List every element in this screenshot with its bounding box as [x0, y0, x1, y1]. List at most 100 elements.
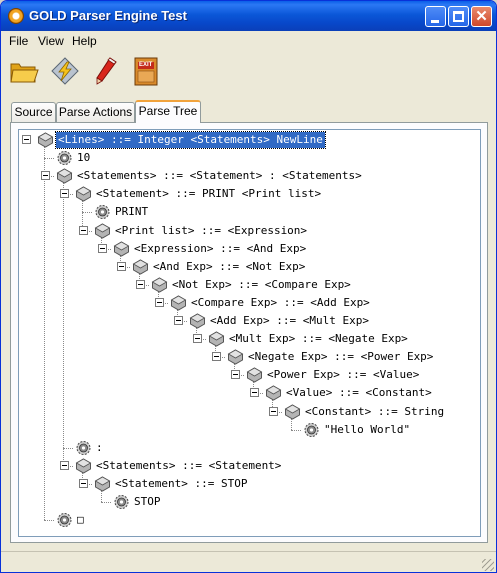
- tree-rule-node[interactable]: <Negate Exp> ::= <Power Exp>: [19, 349, 479, 365]
- tree-node-label: <And Exp> ::= <Not Exp>: [153, 259, 306, 273]
- tree-node-label: <Not Exp> ::= <Compare Exp>: [172, 277, 351, 291]
- collapse-toggle-icon[interactable]: [98, 243, 107, 253]
- rule-node-icon: [113, 241, 130, 257]
- exit-door-icon: [134, 57, 158, 86]
- token-gear-icon: [56, 150, 73, 166]
- menu-help[interactable]: Help: [72, 34, 97, 48]
- collapse-toggle-icon[interactable]: [269, 406, 278, 416]
- tree-token-node[interactable]: :: [19, 440, 479, 456]
- rule-node-icon: [56, 168, 73, 184]
- rule-node-icon: [75, 186, 92, 202]
- tree-rule-node[interactable]: <Add Exp> ::= <Mult Exp>: [19, 313, 479, 329]
- resize-grip[interactable]: [482, 559, 494, 571]
- status-bar: [1, 551, 496, 572]
- tab-parse-actions[interactable]: Parse Actions: [56, 102, 135, 122]
- rule-node-icon: [170, 295, 187, 311]
- menu-view[interactable]: View: [38, 34, 64, 48]
- rule-node-icon: [132, 259, 149, 275]
- tree-node-label: <Lines> ::= Integer <Statements> NewLine: [55, 131, 326, 149]
- tree-rule-node[interactable]: <Compare Exp> ::= <Add Exp>: [19, 295, 479, 311]
- tree-node-label: 10: [77, 151, 91, 165]
- collapse-toggle-icon[interactable]: [193, 334, 202, 344]
- tree-token-node[interactable]: PRINT: [19, 204, 479, 220]
- rule-node-icon: [37, 132, 54, 148]
- rule-node-icon: [208, 331, 225, 347]
- menu-file[interactable]: File: [9, 34, 28, 48]
- collapse-toggle-icon[interactable]: [60, 460, 69, 470]
- title-bar[interactable]: GOLD Parser Engine Test ✕: [1, 1, 496, 31]
- tree-token-node[interactable]: "Hello World": [19, 422, 479, 438]
- window-title: GOLD Parser Engine Test: [29, 8, 187, 23]
- tree-node-label: <Value> ::= <Constant>: [286, 386, 432, 400]
- tree-node-label: □: [77, 513, 84, 527]
- collapse-toggle-icon[interactable]: [22, 135, 31, 144]
- tree-rule-node[interactable]: <And Exp> ::= <Not Exp>: [19, 259, 479, 275]
- tree-node-label: STOP: [134, 495, 161, 508]
- tree-rule-node[interactable]: <Statement> ::= STOP: [19, 476, 479, 492]
- minimize-icon: [431, 20, 439, 23]
- tree-rule-node[interactable]: <Statements> ::= <Statement> : <Statemen…: [19, 168, 479, 184]
- tree-node-label: <Power Exp> ::= <Value>: [267, 368, 420, 382]
- rule-node-icon: [227, 349, 244, 365]
- collapse-toggle-icon[interactable]: [212, 352, 221, 362]
- app-window: GOLD Parser Engine Test ✕ File View Help: [0, 0, 497, 573]
- exit-label: EXIT: [139, 62, 153, 68]
- tree-rule-node[interactable]: <Statement> ::= PRINT <Print list>: [19, 186, 479, 202]
- tree-token-node[interactable]: 10: [19, 150, 479, 166]
- token-gear-icon: [303, 422, 320, 438]
- tree-node-label: <Negate Exp> ::= <Power Exp>: [248, 350, 434, 364]
- rule-node-icon: [94, 222, 111, 239]
- collapse-toggle-icon[interactable]: [250, 388, 259, 398]
- tree-token-node[interactable]: □: [19, 512, 479, 528]
- edit-button[interactable]: [89, 55, 121, 87]
- tree-rule-node[interactable]: <Value> ::= <Constant>: [19, 385, 479, 401]
- collapse-toggle-icon[interactable]: [117, 261, 126, 271]
- lightning-icon: [51, 57, 79, 85]
- maximize-icon: [453, 11, 464, 22]
- minimize-button[interactable]: [425, 6, 446, 27]
- open-folder-button[interactable]: [8, 55, 40, 87]
- folder-icon: [10, 63, 39, 83]
- rule-node-icon: [75, 458, 92, 474]
- tree-node-label: <Add Exp> ::= <Mult Exp>: [210, 314, 369, 327]
- token-gear-icon: [56, 512, 73, 528]
- tree-rule-node[interactable]: <Print list> ::= <Expression>: [19, 222, 479, 239]
- close-button[interactable]: ✕: [471, 6, 492, 27]
- collapse-toggle-icon[interactable]: [79, 478, 88, 488]
- pencil-icon: [96, 57, 117, 85]
- collapse-toggle-icon[interactable]: [136, 279, 145, 289]
- tree-node-label: <Statement> ::= PRINT <Print list>: [96, 187, 322, 201]
- tree-rule-node[interactable]: <Statements> ::= <Statement>: [19, 458, 479, 474]
- rule-node-icon: [265, 385, 282, 401]
- collapse-toggle-icon[interactable]: [41, 171, 50, 181]
- token-gear-icon: [75, 440, 92, 456]
- collapse-toggle-icon[interactable]: [60, 189, 69, 199]
- parse-button[interactable]: [49, 55, 81, 87]
- tree-rule-node[interactable]: <Constant> ::= String: [19, 403, 479, 420]
- tree-rule-node[interactable]: <Mult Exp> ::= <Negate Exp>: [19, 331, 479, 347]
- rule-node-icon: [94, 476, 111, 492]
- tree-token-node[interactable]: STOP: [19, 494, 479, 510]
- tree-node-label: <Expression> ::= <And Exp>: [134, 241, 307, 255]
- tab-source[interactable]: Source: [11, 102, 56, 122]
- token-gear-icon: [94, 204, 111, 220]
- tab-parse-tree[interactable]: Parse Tree: [135, 100, 201, 123]
- tree-node-label: :: [96, 440, 103, 454]
- collapse-toggle-icon[interactable]: [79, 225, 88, 235]
- tree-node-label: <Statements> ::= <Statement>: [96, 458, 282, 472]
- collapse-toggle-icon[interactable]: [155, 297, 164, 307]
- collapse-toggle-icon[interactable]: [231, 370, 240, 380]
- tree-node-label: <Mult Exp> ::= <Negate Exp>: [229, 332, 408, 346]
- tree-rule-node[interactable]: <Power Exp> ::= <Value>: [19, 367, 479, 383]
- exit-button[interactable]: EXIT: [130, 55, 162, 87]
- tree-node-label: <Constant> ::= String: [305, 404, 445, 418]
- parse-tree-view[interactable]: <Lines> ::= Integer <Statements> NewLine…: [18, 129, 481, 537]
- tree-rule-node[interactable]: <Expression> ::= <And Exp>: [19, 241, 479, 257]
- tab-panel: <Lines> ::= Integer <Statements> NewLine…: [10, 122, 488, 543]
- token-gear-icon: [113, 494, 130, 510]
- tree-rule-node[interactable]: <Not Exp> ::= <Compare Exp>: [19, 277, 479, 293]
- tree-rule-node[interactable]: <Lines> ::= Integer <Statements> NewLine: [19, 131, 479, 149]
- maximize-button[interactable]: [448, 6, 469, 27]
- rule-node-icon: [246, 367, 263, 383]
- collapse-toggle-icon[interactable]: [174, 316, 183, 325]
